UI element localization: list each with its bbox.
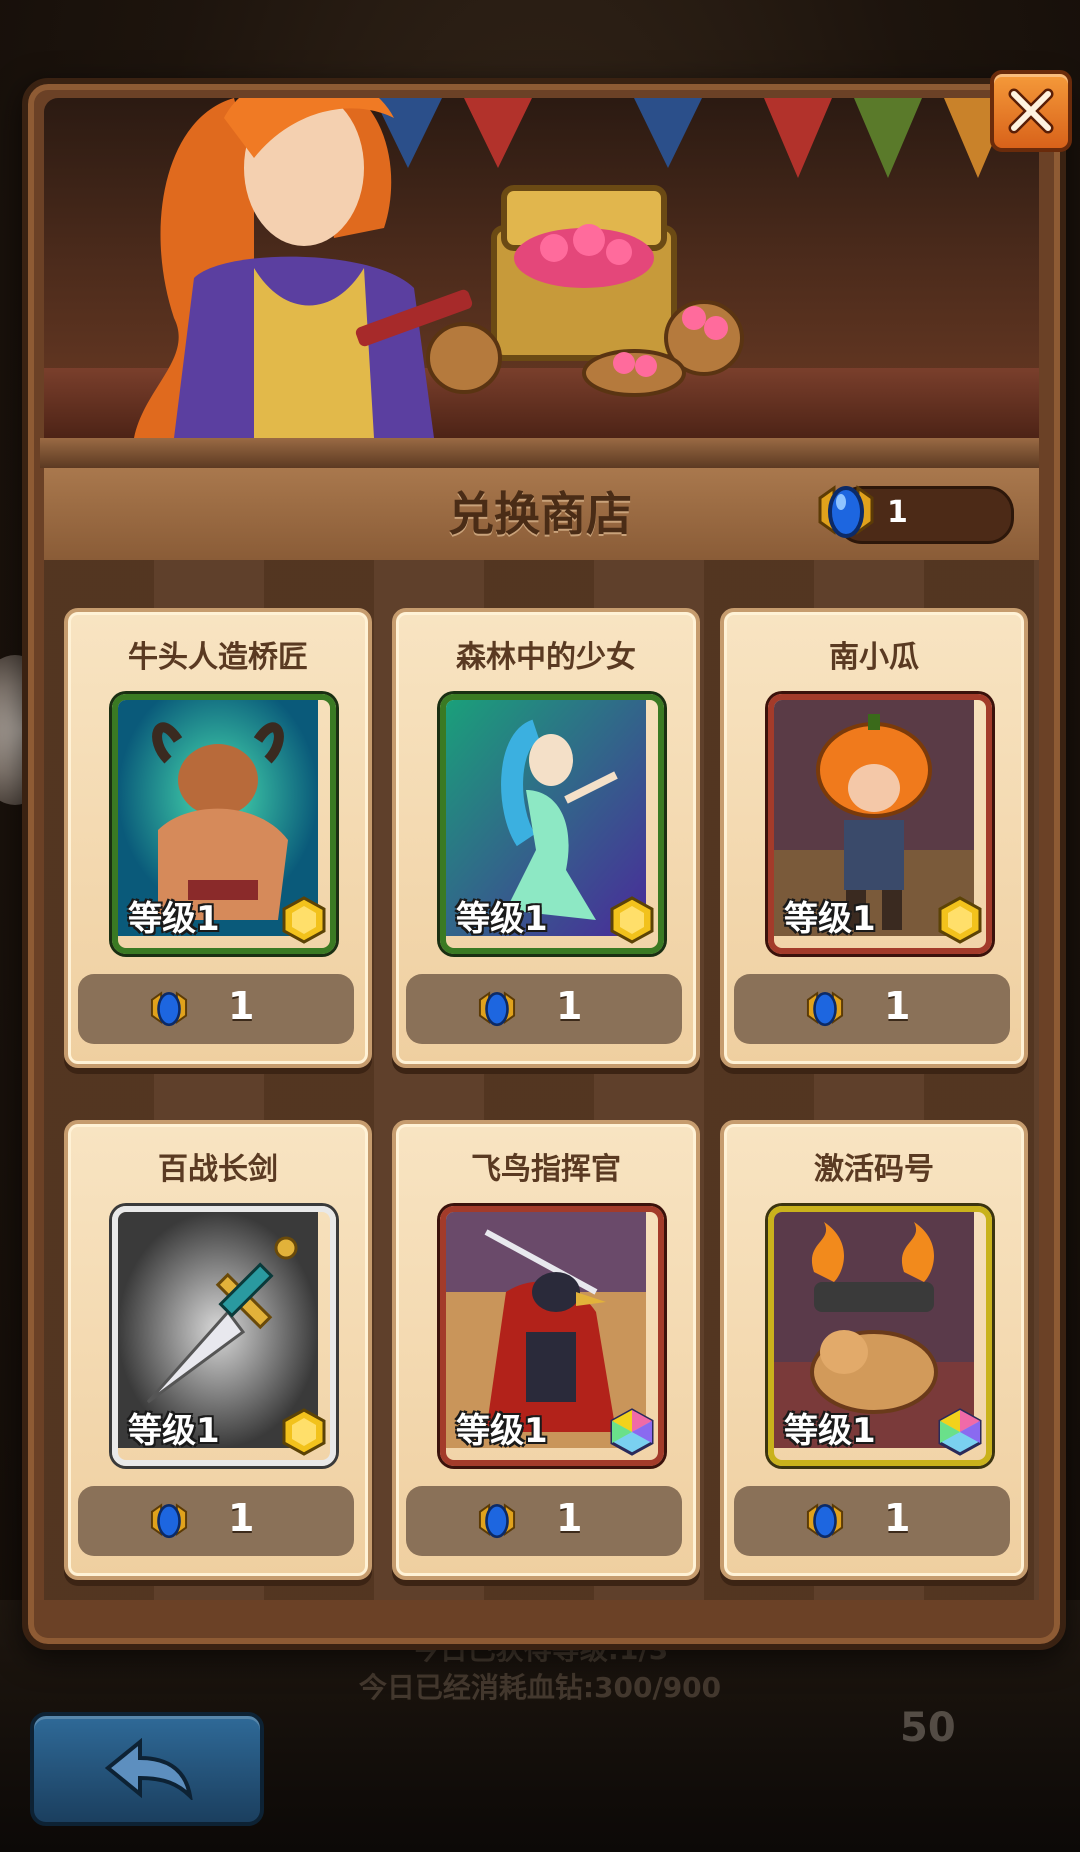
item-level: 等级1 [128,899,220,939]
item-price: 1 [556,1496,583,1540]
buy-price-button[interactable]: 1 [734,974,1010,1044]
buy-price-button[interactable]: 1 [734,1486,1010,1556]
merchant-character [134,98,473,438]
item-portrait: 等级1 [112,694,336,954]
item-name: 森林中的少女 [456,640,636,675]
blue-gem-icon [806,1503,844,1539]
item-price: 1 [884,984,911,1028]
rainbow-hexagon-icon [938,1408,982,1456]
item-price: 1 [884,1496,911,1540]
blue-gem-icon [806,991,844,1027]
gold-hexagon-icon [282,1408,326,1456]
currency-amount: 1 [887,495,908,530]
item-name: 百战长剑 [158,1152,278,1187]
shop-item-card[interactable]: 百战长剑 等级1 1 [64,1120,372,1580]
blue-gem-icon [478,1503,516,1539]
item-level: 等级1 [456,1411,548,1451]
item-price: 1 [228,984,255,1028]
shop-item-card[interactable]: 南小瓜 等级1 1 [720,608,1028,1068]
rainbow-hexagon-icon [610,1408,654,1456]
item-price: 1 [556,984,583,1028]
shop-item-card[interactable]: 森林中的少女 等级1 1 [392,608,700,1068]
item-portrait: 等级1 [440,1206,664,1466]
pennant-flag [634,98,702,168]
item-name: 南小瓜 [829,640,919,675]
background-stat-line-2: 今日已经消耗血钻:300/900 [358,1671,722,1704]
gold-hexagon-icon [282,896,326,944]
buy-price-button[interactable]: 1 [78,974,354,1044]
shop-banner [44,98,1039,438]
item-price: 1 [228,1496,255,1540]
blue-gem-icon [150,991,188,1027]
blue-gem-icon [818,485,874,538]
gold-hexagon-icon [938,896,982,944]
pennant-flag [764,98,832,178]
close-icon [1008,88,1054,134]
item-portrait: 等级1 [768,694,992,954]
back-arrow-icon [104,1738,193,1800]
item-level: 等级1 [456,899,548,939]
buy-price-button[interactable]: 1 [406,974,682,1044]
pennant-flag [854,98,922,178]
buy-price-button[interactable]: 1 [406,1486,682,1556]
shop-item-card[interactable]: 飞鸟指挥官 等级1 1 [392,1120,700,1580]
item-portrait: 等级1 [768,1206,992,1466]
item-level: 等级1 [784,899,876,939]
shop-item-card[interactable]: 牛头人造桥匠 等级1 1 [64,608,372,1068]
item-portrait: 等级1 [112,1206,336,1466]
blue-gem-icon [150,1503,188,1539]
item-name: 激活码号 [814,1152,934,1187]
blue-gem-icon [478,991,516,1027]
background-counter: 50 [900,1705,956,1751]
item-level: 等级1 [784,1411,876,1451]
close-button[interactable] [990,70,1072,152]
item-portrait: 等级1 [440,694,664,954]
shop-item-card[interactable]: 激活码号 等级1 1 [720,1120,1028,1580]
item-name: 牛头人造桥匠 [128,640,308,675]
buy-price-button[interactable]: 1 [78,1486,354,1556]
back-button[interactable] [30,1712,264,1826]
shelf-trim [40,438,1039,468]
item-name: 飞鸟指挥官 [471,1152,621,1187]
item-level: 等级1 [128,1411,220,1451]
gold-hexagon-icon [610,896,654,944]
